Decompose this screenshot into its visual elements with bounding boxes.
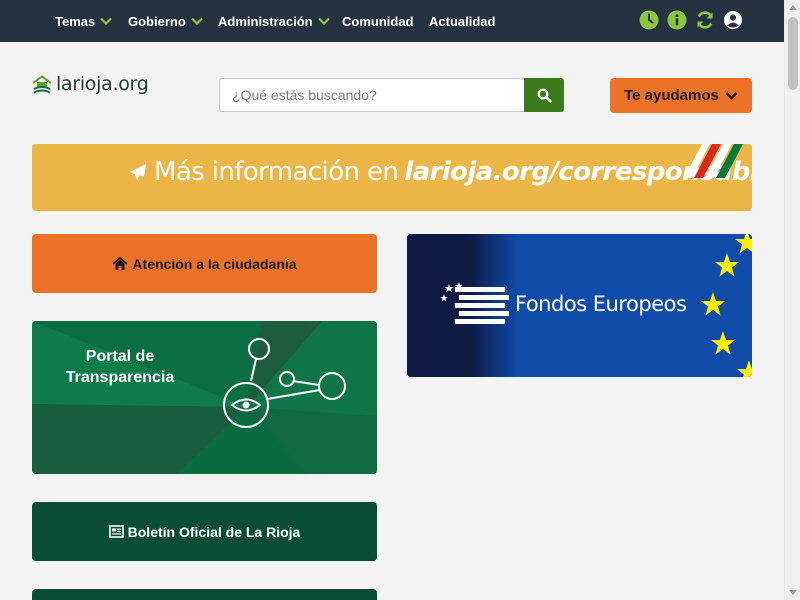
atencion-ciudadania-button[interactable]: Atención a la ciudadanía bbox=[32, 234, 377, 293]
fondos-europeos-label: Fondos Europeos bbox=[515, 292, 687, 316]
nav-item-label: Administración bbox=[218, 13, 313, 29]
nav-item-label: Temas bbox=[55, 13, 96, 29]
nav-item-label: Comunidad bbox=[342, 13, 414, 29]
search-form bbox=[219, 78, 564, 112]
user-icon[interactable] bbox=[723, 10, 743, 30]
home-icon bbox=[112, 256, 129, 270]
help-dropdown-button[interactable]: Te ayudamos bbox=[610, 78, 752, 113]
scroll-thumb[interactable] bbox=[788, 17, 798, 90]
nav-item-actualidad[interactable]: Actualidad bbox=[429, 0, 495, 42]
search-input[interactable] bbox=[219, 78, 524, 112]
newspaper-icon bbox=[108, 525, 124, 538]
top-navigation: Temas Gobierno Administración Comunidad … bbox=[0, 0, 784, 42]
fondos-europeos-card[interactable]: Fondos Europeos bbox=[407, 234, 752, 377]
info-icon[interactable] bbox=[667, 10, 687, 30]
scroll-up-arrow-icon[interactable] bbox=[789, 5, 797, 10]
network-eye-icon bbox=[223, 338, 346, 428]
atencion-label: Atención a la ciudadanía bbox=[132, 255, 297, 272]
search-icon bbox=[537, 88, 552, 103]
site-logo[interactable]: larioja.org bbox=[32, 73, 149, 95]
logo-emblem-icon bbox=[32, 75, 52, 94]
help-button-label: Te ayudamos bbox=[624, 87, 719, 104]
banner-text: Más información en larioja.org/correspon… bbox=[128, 157, 752, 187]
logo-text: larioja.org bbox=[56, 73, 149, 95]
page-scrollbar[interactable] bbox=[784, 0, 800, 600]
scroll-down-arrow-icon[interactable] bbox=[789, 590, 797, 595]
flag-stripes-icon bbox=[688, 144, 743, 178]
search-button[interactable] bbox=[524, 78, 564, 112]
banner-prefix: Más información en bbox=[154, 157, 399, 187]
chevron-down-icon bbox=[100, 17, 113, 26]
nav-item-label: Gobierno bbox=[128, 13, 186, 29]
boletin-label: Boletín Oficial de La Rioja bbox=[127, 523, 301, 540]
corresponsables-banner[interactable]: Más información en larioja.org/correspon… bbox=[32, 144, 752, 211]
portal-transparencia-card[interactable]: Portal de Transparencia bbox=[32, 321, 377, 474]
paper-plane-icon bbox=[130, 164, 146, 180]
nav-item-temas[interactable]: Temas bbox=[55, 0, 113, 42]
chevron-down-icon bbox=[317, 17, 330, 26]
nav-item-administracion[interactable]: Administración bbox=[218, 0, 330, 42]
nav-item-comunidad[interactable]: Comunidad bbox=[342, 0, 414, 42]
nav-item-label: Actualidad bbox=[429, 13, 496, 29]
clock-icon[interactable] bbox=[639, 10, 659, 30]
next-card-partial[interactable] bbox=[32, 589, 377, 600]
chevron-down-icon bbox=[725, 92, 738, 100]
nav-item-gobierno[interactable]: Gobierno bbox=[128, 0, 203, 42]
refresh-icon[interactable] bbox=[695, 10, 715, 30]
boletin-oficial-button[interactable]: Boletín Oficial de La Rioja bbox=[32, 502, 377, 561]
chevron-down-icon bbox=[191, 17, 203, 26]
